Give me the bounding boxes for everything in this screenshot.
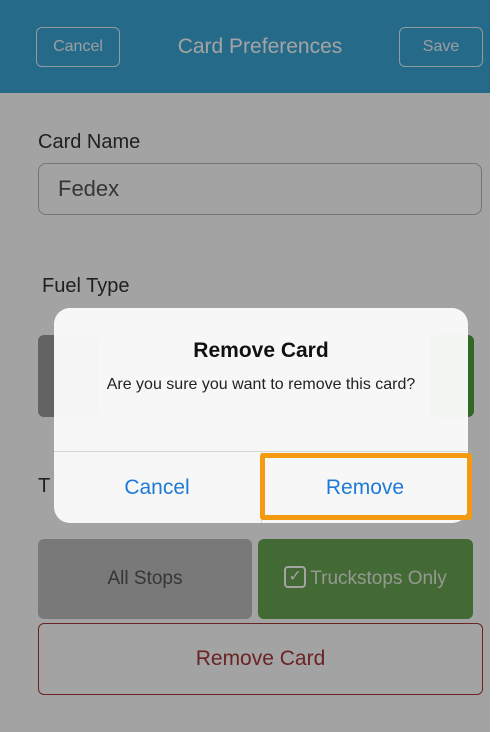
alert-cancel-button[interactable]: Cancel — [54, 452, 260, 523]
alert-title: Remove Card — [193, 339, 329, 362]
screen: Cancel Card Preferences Save Card Name F… — [0, 0, 497, 732]
alert-remove-button[interactable]: Remove — [262, 452, 468, 523]
right-edge-strip — [490, 0, 497, 732]
alert-message: Are you sure you want to remove this car… — [106, 376, 416, 393]
remove-card-alert: Remove Card Are you sure you want to rem… — [54, 308, 468, 523]
